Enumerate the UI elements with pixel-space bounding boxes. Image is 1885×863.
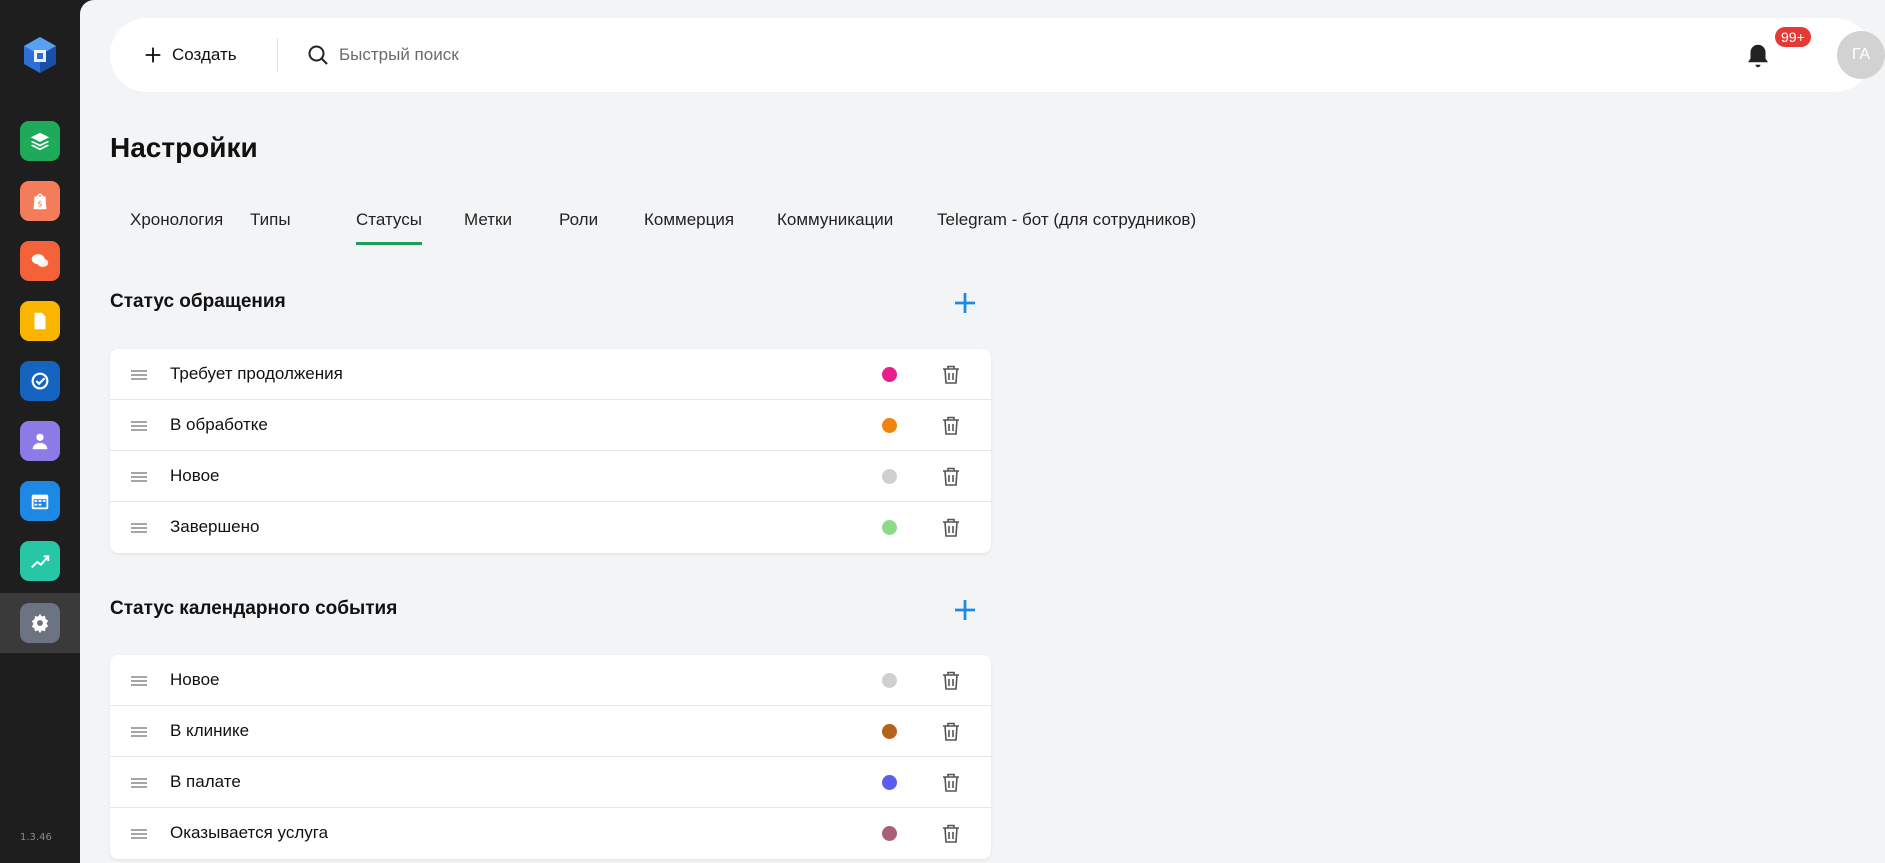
status-color-dot[interactable]	[882, 724, 897, 739]
tab-telegram-bot[interactable]: Telegram - бот (для сотрудников)	[937, 210, 1196, 242]
tab-tags[interactable]: Метки	[464, 210, 512, 242]
status-label: Завершено	[170, 517, 260, 536]
list-item: В палате	[110, 757, 991, 808]
trash-icon[interactable]	[941, 364, 961, 385]
tab-communications[interactable]: Коммуникации	[777, 210, 893, 242]
app-settings[interactable]	[20, 603, 60, 643]
quick-search	[306, 40, 906, 70]
status-label: В палате	[170, 772, 241, 791]
page-title: Настройки	[110, 132, 258, 163]
trash-icon[interactable]	[941, 415, 961, 436]
status-color-dot[interactable]	[882, 418, 897, 433]
drag-handle-icon[interactable]	[130, 469, 148, 485]
trash-icon[interactable]	[941, 517, 961, 538]
tab-commerce[interactable]: Коммерция	[644, 210, 734, 242]
status-label: Новое	[170, 670, 220, 689]
app-version: 1.3.46	[20, 832, 52, 843]
trash-icon[interactable]	[941, 670, 961, 691]
app-chat[interactable]	[20, 241, 60, 281]
chat-bubbles-icon	[31, 254, 49, 267]
tab-types[interactable]: Типы	[250, 210, 291, 242]
list-item: В клинике	[110, 706, 991, 757]
user-icon	[32, 433, 48, 450]
search-icon	[308, 45, 328, 65]
status-label: В обработке	[170, 415, 268, 434]
list-item: Завершено	[110, 502, 991, 553]
drag-handle-icon[interactable]	[130, 418, 148, 434]
add-calendar-status-icon[interactable]	[950, 595, 980, 625]
status-color-dot[interactable]	[882, 520, 897, 535]
add-request-status-icon[interactable]	[950, 288, 980, 318]
trash-icon[interactable]	[941, 823, 961, 844]
status-label: Требует продолжения	[170, 364, 343, 383]
sidebar: $ 1.3.46	[0, 0, 80, 863]
app-shop[interactable]: $	[20, 181, 60, 221]
app-logo-icon[interactable]	[20, 35, 60, 75]
list-item: Оказывается услуга	[110, 808, 991, 859]
calendar-icon	[31, 494, 49, 510]
section-title-calendar-event-status: Статус календарного события	[110, 598, 398, 619]
svg-text:$: $	[37, 199, 42, 209]
list-item: Новое	[110, 655, 991, 706]
drag-handle-icon[interactable]	[130, 673, 148, 689]
chart-up-icon	[31, 555, 50, 569]
drag-handle-icon[interactable]	[130, 520, 148, 536]
app-tasks[interactable]	[20, 361, 60, 401]
status-label: Новое	[170, 466, 220, 485]
trash-icon[interactable]	[941, 466, 961, 487]
drag-handle-icon[interactable]	[130, 775, 148, 791]
gear-icon	[31, 613, 49, 634]
create-button[interactable]: Создать	[142, 40, 237, 70]
status-color-dot[interactable]	[882, 826, 897, 841]
create-button-label: Создать	[172, 45, 237, 64]
tab-roles[interactable]: Роли	[559, 210, 598, 242]
trash-icon[interactable]	[941, 721, 961, 742]
app-calendar[interactable]	[20, 481, 60, 521]
bell-icon[interactable]	[1743, 41, 1773, 71]
check-circle-icon	[31, 372, 49, 390]
list-item: В обработке	[110, 400, 991, 451]
main-content: Создать 99+ ГА Настройки Хронология Типы…	[80, 0, 1885, 863]
calendar-event-status-list: Новое В клинике В палате Оказывается усл…	[110, 655, 991, 859]
top-bar: Создать 99+ ГА	[110, 18, 1885, 92]
section-title-request-status: Статус обращения	[110, 291, 286, 312]
notifications-badge: 99+	[1775, 27, 1811, 47]
status-label: В клинике	[170, 721, 250, 740]
list-item: Требует продолжения	[110, 349, 991, 400]
tab-statuses[interactable]: Статусы	[356, 210, 422, 245]
request-status-list: Требует продолжения В обработке Новое За…	[110, 349, 991, 553]
app-analytics[interactable]	[20, 541, 60, 581]
drag-handle-icon[interactable]	[130, 826, 148, 842]
app-contacts[interactable]	[20, 421, 60, 461]
shopping-bag-dollar-icon: $	[33, 193, 47, 210]
layers-icon	[30, 132, 50, 151]
topbar-divider	[277, 38, 278, 72]
plus-icon	[145, 47, 161, 63]
app-layers[interactable]	[20, 121, 60, 161]
document-icon	[34, 312, 46, 330]
status-color-dot[interactable]	[882, 469, 897, 484]
app-documents[interactable]	[20, 301, 60, 341]
trash-icon[interactable]	[941, 772, 961, 793]
tab-chronology[interactable]: Хронология	[130, 210, 223, 242]
status-label: Оказывается услуга	[170, 823, 329, 842]
drag-handle-icon[interactable]	[130, 367, 148, 383]
drag-handle-icon[interactable]	[130, 724, 148, 740]
search-input[interactable]	[339, 45, 859, 65]
avatar[interactable]: ГА	[1837, 31, 1885, 79]
status-color-dot[interactable]	[882, 673, 897, 688]
status-color-dot[interactable]	[882, 775, 897, 790]
list-item: Новое	[110, 451, 991, 502]
status-color-dot[interactable]	[882, 367, 897, 382]
